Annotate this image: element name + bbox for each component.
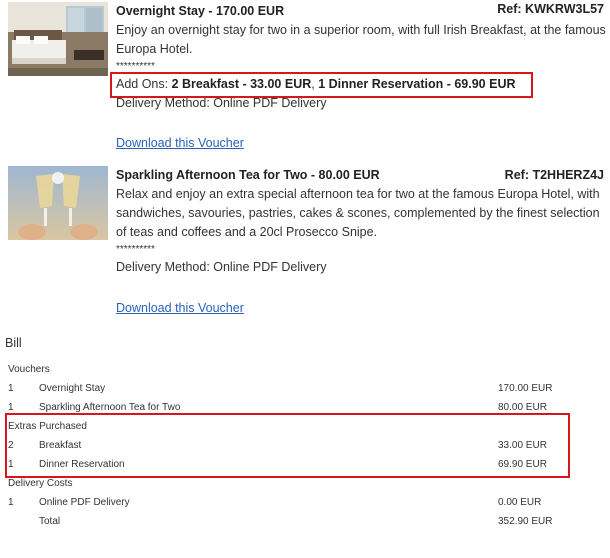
hotel-room-image	[8, 2, 108, 76]
voucher-delivery-method: Delivery Method: Online PDF Delivery	[116, 260, 327, 274]
row-price: 0.00 EUR	[498, 497, 542, 508]
bill-total-row: Total 352.90 EUR	[8, 512, 568, 531]
voucher-separator-stars: **********	[116, 244, 155, 255]
bill-section-vouchers: Vouchers	[8, 360, 568, 379]
row-price: 170.00 EUR	[498, 383, 553, 394]
row-name: Online PDF Delivery	[39, 497, 130, 508]
voucher-description: Relax and enjoy an extra special afterno…	[116, 187, 600, 239]
total-price: 352.90 EUR	[498, 516, 553, 527]
addons-highlight-box	[110, 72, 533, 98]
download-voucher-link[interactable]: Download this Voucher	[116, 299, 244, 318]
champagne-glasses-image	[8, 166, 108, 240]
row-qty: 1	[8, 497, 14, 508]
voucher-description: Enjoy an overnight stay for two in a sup…	[116, 23, 606, 56]
bill-row: 1 Overnight Stay 170.00 EUR	[8, 379, 568, 398]
bill-row: 1 Online PDF Delivery 0.00 EUR	[8, 493, 568, 512]
section-heading: Vouchers	[8, 364, 50, 375]
bill-title: Bill	[5, 336, 22, 350]
extras-highlight-box	[5, 413, 570, 478]
download-voucher-link[interactable]: Download this Voucher	[116, 134, 244, 153]
voucher-ref: Ref: KWKRW3L57	[497, 2, 604, 16]
row-name: Overnight Stay	[39, 383, 106, 394]
total-label: Total	[39, 516, 61, 527]
row-qty: 1	[8, 383, 14, 394]
voucher-ref: Ref: T2HHERZ4J	[504, 168, 604, 182]
